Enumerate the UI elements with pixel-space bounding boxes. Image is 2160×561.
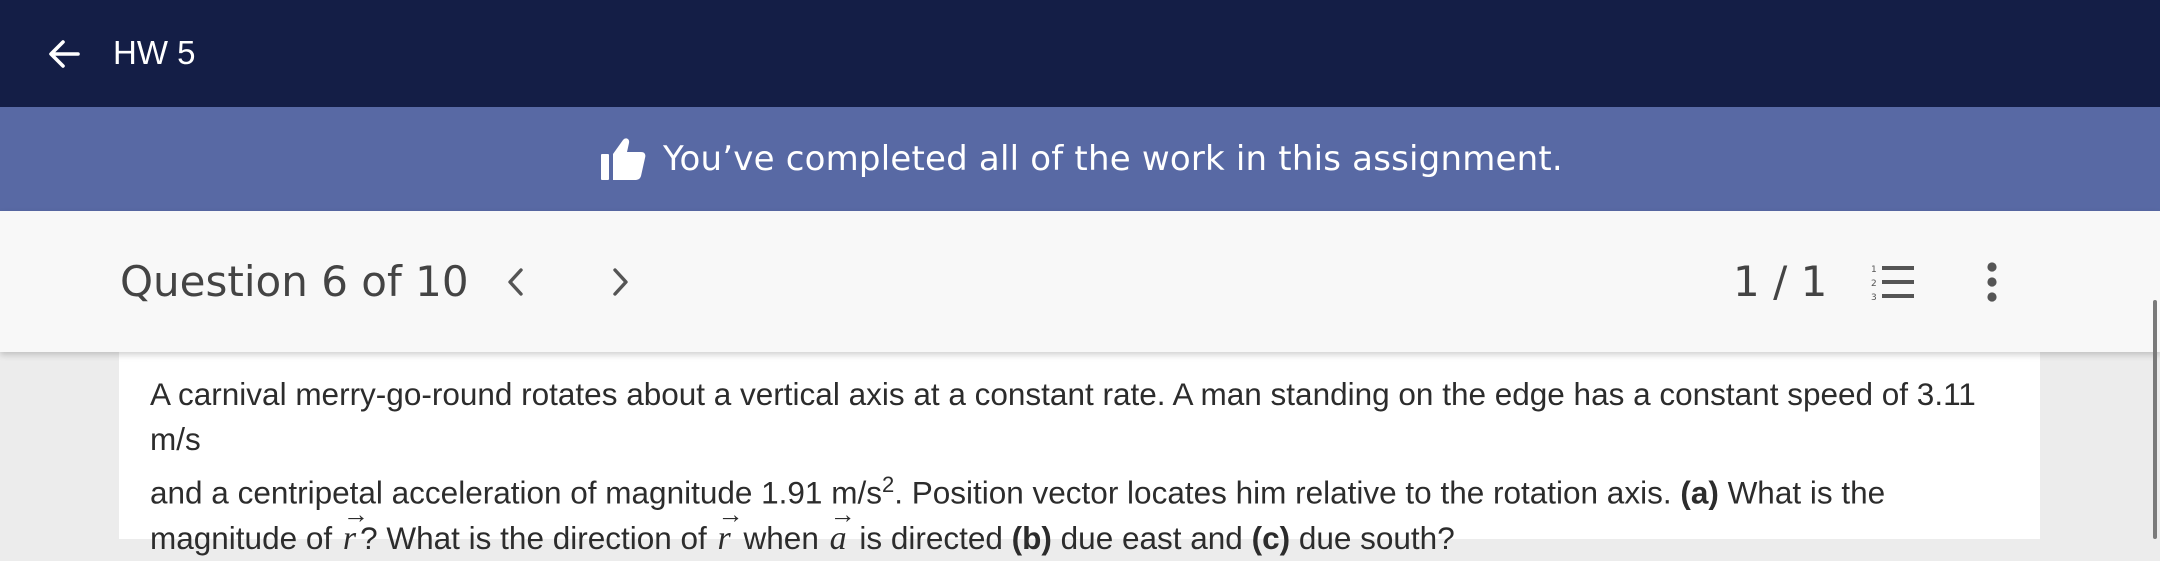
chevron-right-icon xyxy=(613,268,628,296)
part-a-label: (a) xyxy=(1680,474,1719,511)
svg-text:2: 2 xyxy=(1871,279,1877,289)
thumbs-up-icon xyxy=(601,138,646,180)
question-line-3: magnitude of → r? What is the direction o… xyxy=(150,501,2030,561)
question-text-segment: when xyxy=(734,519,828,556)
assignment-title: HW 5 xyxy=(113,34,196,71)
question-text-segment: ? What is the direction of xyxy=(360,519,716,556)
question-text-segment: is directed xyxy=(850,519,1012,556)
question-text-segment: A carnival merry-go-round rotates about … xyxy=(150,376,1976,457)
more-options-button[interactable] xyxy=(1972,259,2012,305)
question-line-2: and a centripetal acceleration of magnit… xyxy=(150,462,2030,516)
back-button[interactable] xyxy=(42,32,86,76)
question-text-segment: What is the xyxy=(1718,474,1886,511)
question-text-segment: magnitude of xyxy=(150,519,341,556)
superscript: 2 xyxy=(881,472,895,497)
question-text-segment: due south? xyxy=(1290,519,1455,556)
page-scrollbar[interactable] xyxy=(2153,300,2157,539)
question-label: Question 6 of 10 xyxy=(120,257,469,306)
vector-arrow: → xyxy=(829,499,856,529)
part-b-label: (b) xyxy=(1011,519,1052,556)
question-line-1: A carnival merry-go-round rotates about … xyxy=(150,372,2030,462)
banner-message: You’ve completed all of the work in this… xyxy=(663,139,1563,179)
chevron-left-icon xyxy=(508,268,523,296)
banner-content: You’ve completed all of the work in this… xyxy=(599,136,1563,182)
question-text-segment: and a centripetal acceleration of magnit… xyxy=(150,474,882,511)
question-text-segment: due east and xyxy=(1051,519,1252,556)
question-toolbar: Question 6 of 10 1 / 1 1 2 3 xyxy=(0,211,2160,352)
svg-text:3: 3 xyxy=(1871,293,1877,303)
vector-arrow: → xyxy=(717,499,744,529)
question-list-button[interactable]: 1 2 3 xyxy=(1870,261,1918,305)
completion-banner: You’ve completed all of the work in this… xyxy=(0,107,2160,211)
next-question-button[interactable] xyxy=(597,259,643,305)
previous-question-button[interactable] xyxy=(493,259,539,305)
more-vertical-icon xyxy=(1987,262,1997,302)
vector-r: → r xyxy=(341,501,369,561)
question-text: A carnival merry-go-round rotates about … xyxy=(150,372,2030,561)
part-counter: 1 / 1 xyxy=(1733,257,1828,306)
vector-a: → a xyxy=(828,501,856,561)
numbered-list-icon: 1 2 3 xyxy=(1871,265,1914,303)
part-c-label: (c) xyxy=(1251,519,1291,556)
svg-text:1: 1 xyxy=(1871,265,1877,275)
question-text-segment: . Position vector locates him relative t… xyxy=(894,474,1681,511)
top-navigation-bar: HW 5 xyxy=(0,0,2160,107)
arrow-left-icon xyxy=(49,40,80,68)
vector-arrow: → xyxy=(342,499,369,529)
vector-r: → r xyxy=(716,501,744,561)
